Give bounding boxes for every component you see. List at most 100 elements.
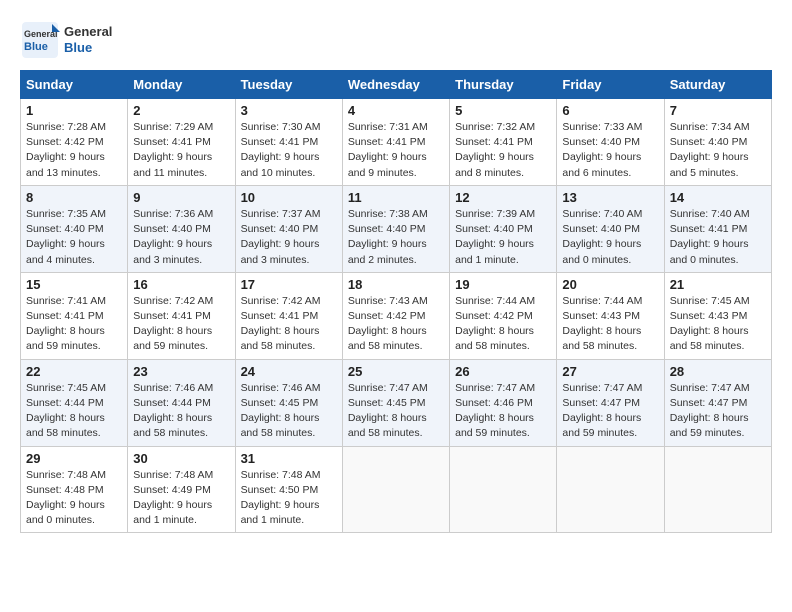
- day-number: 24: [241, 364, 337, 379]
- day-cell: [664, 446, 771, 533]
- day-number: 3: [241, 103, 337, 118]
- day-cell: 13Sunrise: 7:40 AM Sunset: 4:40 PM Dayli…: [557, 185, 664, 272]
- day-cell: 29 Sunrise: 7:48 AM Sunset: 4:48 PM Dayli…: [21, 446, 128, 533]
- day-cell: 23Sunrise: 7:46 AM Sunset: 4:44 PM Dayli…: [128, 359, 235, 446]
- day-info: Sunrise: 7:36 AM Sunset: 4:40 PM Dayligh…: [133, 207, 229, 268]
- day-info: Sunrise: 7:44 AM Sunset: 4:42 PM Dayligh…: [455, 294, 551, 355]
- day-info: Sunrise: 7:48 AM Sunset: 4:49 PM Dayligh…: [133, 468, 229, 529]
- day-number: 22: [26, 364, 122, 379]
- header-cell-friday: Friday: [557, 71, 664, 99]
- day-number: 27: [562, 364, 658, 379]
- day-info: Sunrise: 7:48 AM Sunset: 4:50 PM Dayligh…: [241, 468, 337, 529]
- day-number: 29: [26, 451, 122, 466]
- day-info: Sunrise: 7:40 AM Sunset: 4:40 PM Dayligh…: [562, 207, 658, 268]
- day-info: Sunrise: 7:47 AM Sunset: 4:45 PM Dayligh…: [348, 381, 444, 442]
- day-cell: 27 Sunrise: 7:47 AM Sunset: 4:47 PM Dayli…: [557, 359, 664, 446]
- week-row-3: 15Sunrise: 7:41 AM Sunset: 4:41 PM Dayli…: [21, 272, 772, 359]
- header-cell-thursday: Thursday: [450, 71, 557, 99]
- day-info: Sunrise: 7:34 AM Sunset: 4:40 PM Dayligh…: [670, 120, 766, 181]
- day-info: Sunrise: 7:45 AM Sunset: 4:44 PM Dayligh…: [26, 381, 122, 442]
- day-number: 31: [241, 451, 337, 466]
- day-info: Sunrise: 7:46 AM Sunset: 4:44 PM Dayligh…: [133, 381, 229, 442]
- day-info: Sunrise: 7:32 AM Sunset: 4:41 PM Dayligh…: [455, 120, 551, 181]
- day-cell: [557, 446, 664, 533]
- day-number: 25: [348, 364, 444, 379]
- day-cell: 10 Sunrise: 7:37 AM Sunset: 4:40 PM Dayli…: [235, 185, 342, 272]
- svg-text:Blue: Blue: [24, 41, 48, 53]
- day-number: 15: [26, 277, 122, 292]
- day-cell: 4 Sunrise: 7:31 AM Sunset: 4:41 PM Daylig…: [342, 99, 449, 186]
- day-cell: [450, 446, 557, 533]
- day-info: Sunrise: 7:28 AM Sunset: 4:42 PM Dayligh…: [26, 120, 122, 181]
- day-number: 17: [241, 277, 337, 292]
- day-info: Sunrise: 7:31 AM Sunset: 4:41 PM Dayligh…: [348, 120, 444, 181]
- day-cell: 6Sunrise: 7:33 AM Sunset: 4:40 PM Daylig…: [557, 99, 664, 186]
- day-number: 16: [133, 277, 229, 292]
- day-cell: 2Sunrise: 7:29 AM Sunset: 4:41 PM Daylig…: [128, 99, 235, 186]
- day-info: Sunrise: 7:47 AM Sunset: 4:47 PM Dayligh…: [562, 381, 658, 442]
- day-cell: 9 Sunrise: 7:36 AM Sunset: 4:40 PM Daylig…: [128, 185, 235, 272]
- day-cell: 22 Sunrise: 7:45 AM Sunset: 4:44 PM Dayli…: [21, 359, 128, 446]
- day-info: Sunrise: 7:35 AM Sunset: 4:40 PM Dayligh…: [26, 207, 122, 268]
- day-cell: 3Sunrise: 7:30 AM Sunset: 4:41 PM Daylig…: [235, 99, 342, 186]
- day-cell: 11Sunrise: 7:38 AM Sunset: 4:40 PM Dayli…: [342, 185, 449, 272]
- week-row-1: 1 Sunrise: 7:28 AM Sunset: 4:42 PM Daylig…: [21, 99, 772, 186]
- day-info: Sunrise: 7:45 AM Sunset: 4:43 PM Dayligh…: [670, 294, 766, 355]
- day-cell: 21 Sunrise: 7:45 AM Sunset: 4:43 PM Dayli…: [664, 272, 771, 359]
- logo-blue: Blue: [64, 40, 112, 56]
- calendar-table: SundayMondayTuesdayWednesdayThursdayFrid…: [20, 70, 772, 533]
- day-info: Sunrise: 7:42 AM Sunset: 4:41 PM Dayligh…: [241, 294, 337, 355]
- day-info: Sunrise: 7:44 AM Sunset: 4:43 PM Dayligh…: [562, 294, 658, 355]
- day-info: Sunrise: 7:43 AM Sunset: 4:42 PM Dayligh…: [348, 294, 444, 355]
- day-info: Sunrise: 7:47 AM Sunset: 4:46 PM Dayligh…: [455, 381, 551, 442]
- day-info: Sunrise: 7:37 AM Sunset: 4:40 PM Dayligh…: [241, 207, 337, 268]
- week-row-5: 29 Sunrise: 7:48 AM Sunset: 4:48 PM Dayli…: [21, 446, 772, 533]
- day-cell: 20 Sunrise: 7:44 AM Sunset: 4:43 PM Dayli…: [557, 272, 664, 359]
- logo-svg: General Blue: [20, 20, 60, 60]
- day-cell: 24 Sunrise: 7:46 AM Sunset: 4:45 PM Dayli…: [235, 359, 342, 446]
- day-cell: [342, 446, 449, 533]
- day-number: 10: [241, 190, 337, 205]
- day-cell: 1 Sunrise: 7:28 AM Sunset: 4:42 PM Daylig…: [21, 99, 128, 186]
- day-cell: 15Sunrise: 7:41 AM Sunset: 4:41 PM Dayli…: [21, 272, 128, 359]
- day-info: Sunrise: 7:40 AM Sunset: 4:41 PM Dayligh…: [670, 207, 766, 268]
- day-number: 18: [348, 277, 444, 292]
- day-number: 14: [670, 190, 766, 205]
- day-number: 7: [670, 103, 766, 118]
- day-cell: 26 Sunrise: 7:47 AM Sunset: 4:46 PM Dayli…: [450, 359, 557, 446]
- day-number: 21: [670, 277, 766, 292]
- day-cell: 17 Sunrise: 7:42 AM Sunset: 4:41 PM Dayli…: [235, 272, 342, 359]
- day-number: 9: [133, 190, 229, 205]
- day-info: Sunrise: 7:46 AM Sunset: 4:45 PM Dayligh…: [241, 381, 337, 442]
- header-cell-wednesday: Wednesday: [342, 71, 449, 99]
- day-number: 1: [26, 103, 122, 118]
- day-number: 20: [562, 277, 658, 292]
- day-number: 30: [133, 451, 229, 466]
- day-info: Sunrise: 7:39 AM Sunset: 4:40 PM Dayligh…: [455, 207, 551, 268]
- day-cell: 18 Sunrise: 7:43 AM Sunset: 4:42 PM Dayli…: [342, 272, 449, 359]
- day-info: Sunrise: 7:48 AM Sunset: 4:48 PM Dayligh…: [26, 468, 122, 529]
- day-info: Sunrise: 7:42 AM Sunset: 4:41 PM Dayligh…: [133, 294, 229, 355]
- header-cell-saturday: Saturday: [664, 71, 771, 99]
- day-number: 2: [133, 103, 229, 118]
- day-cell: 30 Sunrise: 7:48 AM Sunset: 4:49 PM Dayli…: [128, 446, 235, 533]
- logo-name: General: [64, 24, 112, 40]
- day-cell: 12Sunrise: 7:39 AM Sunset: 4:40 PM Dayli…: [450, 185, 557, 272]
- week-row-4: 22 Sunrise: 7:45 AM Sunset: 4:44 PM Dayli…: [21, 359, 772, 446]
- day-number: 8: [26, 190, 122, 205]
- day-info: Sunrise: 7:38 AM Sunset: 4:40 PM Dayligh…: [348, 207, 444, 268]
- week-row-2: 8 Sunrise: 7:35 AM Sunset: 4:40 PM Daylig…: [21, 185, 772, 272]
- header-row: SundayMondayTuesdayWednesdayThursdayFrid…: [21, 71, 772, 99]
- logo: General Blue General Blue: [20, 20, 112, 60]
- day-cell: 31 Sunrise: 7:48 AM Sunset: 4:50 PM Dayli…: [235, 446, 342, 533]
- day-number: 4: [348, 103, 444, 118]
- day-cell: 8 Sunrise: 7:35 AM Sunset: 4:40 PM Daylig…: [21, 185, 128, 272]
- day-number: 19: [455, 277, 551, 292]
- header-cell-sunday: Sunday: [21, 71, 128, 99]
- day-number: 26: [455, 364, 551, 379]
- day-cell: 28 Sunrise: 7:47 AM Sunset: 4:47 PM Dayli…: [664, 359, 771, 446]
- header-cell-monday: Monday: [128, 71, 235, 99]
- day-info: Sunrise: 7:47 AM Sunset: 4:47 PM Dayligh…: [670, 381, 766, 442]
- day-number: 28: [670, 364, 766, 379]
- day-number: 6: [562, 103, 658, 118]
